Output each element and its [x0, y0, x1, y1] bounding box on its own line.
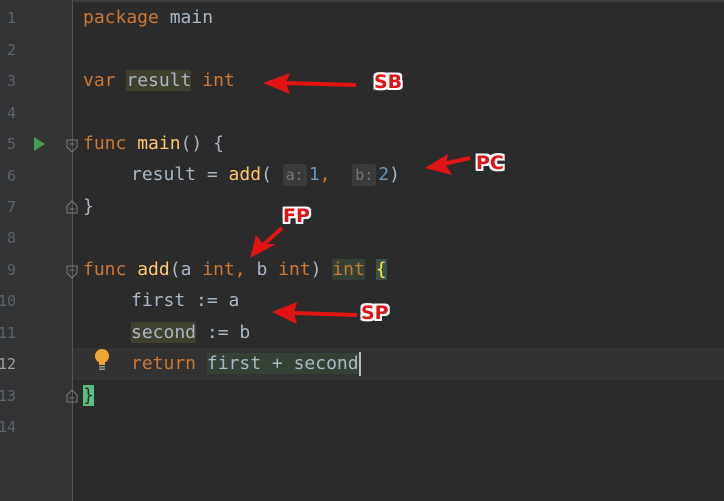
- arrow-sb-head: [263, 73, 290, 94]
- annotation-fp: FP: [283, 205, 310, 227]
- annotation-pc: PC: [476, 152, 504, 174]
- arrow-sp: [292, 311, 358, 317]
- arrow-fp: [260, 226, 284, 248]
- annotation-sp: SP: [361, 302, 389, 324]
- arrow-sb: [284, 81, 357, 87]
- annotation-arrows: [250, 73, 471, 324]
- code-editor[interactable]: 1 2 3 4 5 6 7 8 9 10 11 12 13 14 package…: [0, 0, 724, 501]
- annotation-sb: SB: [374, 71, 403, 93]
- arrow-sp-head: [272, 302, 297, 324]
